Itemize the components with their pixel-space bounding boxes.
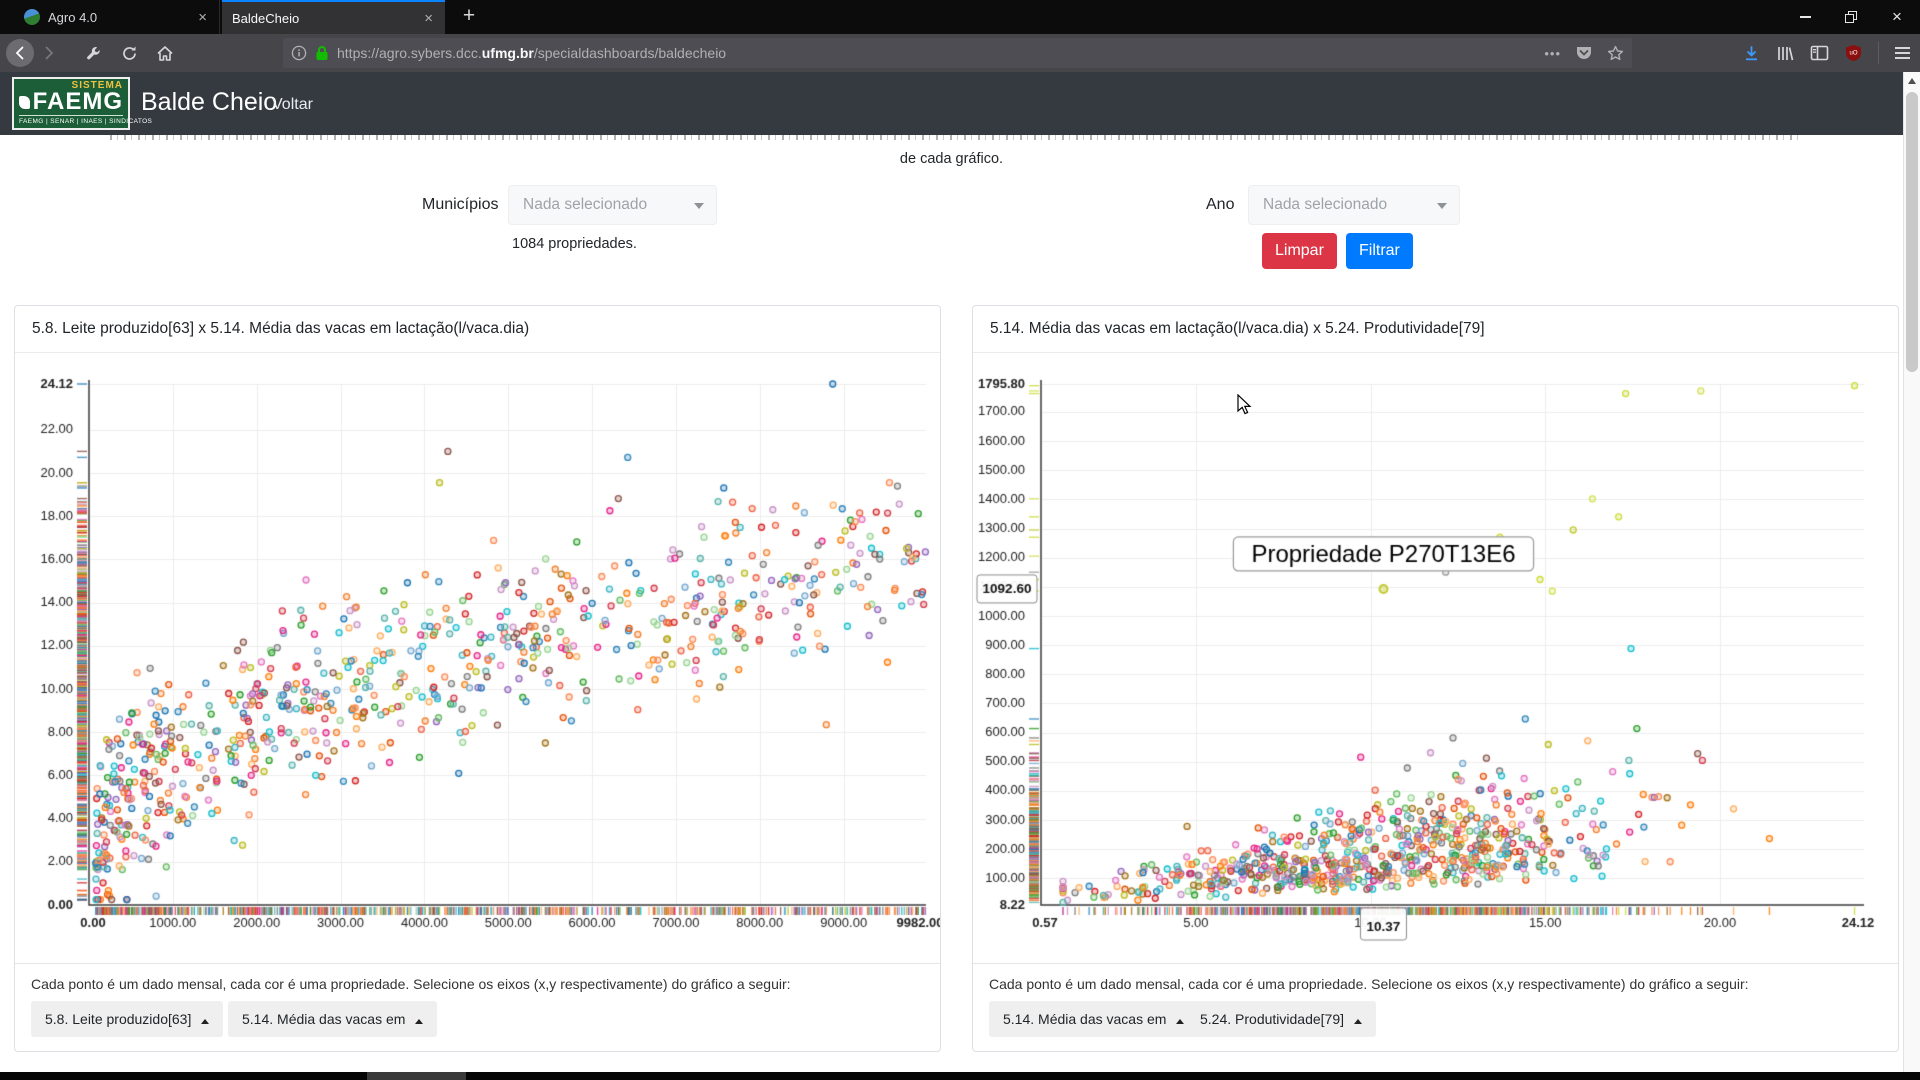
y-axis-select-left[interactable]: 5.14. Média das vacas em — [228, 1001, 437, 1037]
back-arrow-icon — [12, 45, 28, 61]
properties-count: 1084 propriedades. — [512, 236, 637, 252]
site-navbar: SISTEMA FAEMG FAEMG | SENAR | INAES | SI… — [0, 72, 1903, 135]
leaf-icon — [19, 96, 30, 109]
municipios-label: Municípios — [422, 196, 498, 214]
x-axis-select-right[interactable]: 5.14. Média das vacas em — [989, 1001, 1198, 1037]
municipios-value: Nada selecionado — [523, 196, 647, 214]
wrench-button[interactable] — [78, 38, 108, 68]
chevron-up-icon — [415, 1019, 423, 1024]
chart-card-right: 5.14. Média das vacas em lactação(l/vaca… — [972, 305, 1899, 1052]
new-tab-button[interactable]: + — [452, 0, 486, 34]
chart-footer-right: Cada ponto é um dado mensal, cada cor é … — [973, 963, 1898, 1052]
tab-close-icon[interactable]: × — [196, 9, 209, 26]
clipped-text-line — [110, 135, 1800, 140]
taskbar-segment — [367, 1072, 466, 1080]
toolbar-separator — [1878, 42, 1879, 64]
faemg-logo: SISTEMA FAEMG FAEMG | SENAR | INAES | SI… — [12, 77, 130, 130]
https-lock-icon[interactable] — [315, 45, 329, 61]
sidebar-icon[interactable] — [1810, 45, 1829, 61]
x-axis-select-left[interactable]: 5.8. Leite produzido[63] — [31, 1001, 223, 1037]
chevron-up-icon — [1176, 1019, 1184, 1024]
scroll-up-icon[interactable] — [1908, 78, 1916, 84]
restore-button[interactable] — [1828, 0, 1874, 34]
chart-note: Cada ponto é um dado mensal, cada cor é … — [989, 976, 1749, 992]
page-actions: ••• — [1544, 45, 1624, 61]
tab-baldecheio[interactable]: BaldeCheio × — [222, 0, 445, 34]
intro-line: de cada gráfico. — [0, 151, 1903, 167]
forward-arrow-icon — [41, 45, 57, 61]
chart-title-right: 5.14. Média das vacas em lactação(l/vaca… — [973, 306, 1898, 353]
chevron-down-icon — [1437, 203, 1447, 209]
logo-entities-text: FAEMG | SENAR | INAES | SINDICATOS — [19, 115, 123, 125]
library-icon[interactable] — [1776, 45, 1794, 62]
filtrar-button[interactable]: Filtrar — [1346, 233, 1413, 269]
chart-note: Cada ponto é um dado mensal, cada cor é … — [31, 976, 791, 992]
page-scrollbar[interactable] — [1903, 72, 1920, 1072]
minimize-button[interactable] — [1782, 0, 1828, 34]
site-info-icon[interactable] — [291, 45, 307, 61]
downloads-icon[interactable] — [1743, 45, 1760, 62]
chart-footer-left: Cada ponto é um dado mensal, cada cor é … — [15, 963, 940, 1052]
ublock-shield-icon[interactable]: uO — [1845, 44, 1862, 62]
bookmark-star-icon[interactable] — [1607, 45, 1624, 61]
chevron-up-icon — [201, 1019, 209, 1024]
url-bar[interactable]: https://agro.sybers.dcc.ufmg.br/speciald… — [283, 38, 1632, 68]
back-button[interactable] — [6, 39, 34, 67]
menu-icon[interactable] — [1895, 47, 1910, 59]
scatter-chart-left[interactable] — [15, 353, 940, 961]
home-icon — [156, 45, 174, 62]
page-actions-icon[interactable]: ••• — [1544, 46, 1561, 61]
browser-toolbar: https://agro.sybers.dcc.ufmg.br/speciald… — [0, 34, 1920, 72]
forward-button[interactable] — [34, 38, 64, 68]
chart-title-left: 5.8. Leite produzido[63] x 5.14. Média d… — [15, 306, 940, 353]
agro-favicon-icon — [24, 9, 40, 25]
wrench-icon — [85, 45, 102, 62]
site-brand[interactable]: Balde Cheio — [141, 88, 277, 117]
reload-button[interactable] — [114, 38, 144, 68]
tab-title: BaldeCheio — [232, 11, 416, 26]
tab-agro40[interactable]: Agro 4.0 × — [14, 0, 220, 34]
ano-value: Nada selecionado — [1263, 196, 1387, 214]
home-button[interactable] — [150, 38, 180, 68]
chevron-up-icon — [1354, 1019, 1362, 1024]
tab-bar: Agro 4.0 × BaldeCheio × + × — [0, 0, 1920, 34]
window-controls: × — [1782, 0, 1920, 34]
reload-icon — [121, 45, 138, 62]
bottom-taskbar — [0, 1072, 1920, 1080]
pocket-icon[interactable] — [1575, 45, 1593, 61]
tab-title: Agro 4.0 — [48, 10, 190, 25]
chevron-down-icon — [694, 203, 704, 209]
url-text: https://agro.sybers.dcc.ufmg.br/speciald… — [337, 45, 1536, 61]
svg-text:uO: uO — [1849, 51, 1857, 57]
municipios-select[interactable]: Nada selecionado — [508, 185, 717, 225]
limpar-button[interactable]: Limpar — [1262, 233, 1337, 269]
scrollbar-thumb[interactable] — [1906, 92, 1918, 372]
y-axis-select-right[interactable]: 5.24. Produtividade[79] — [1186, 1001, 1376, 1037]
voltar-link[interactable]: Voltar — [272, 96, 313, 114]
mouse-cursor — [1237, 394, 1255, 416]
close-button[interactable]: × — [1874, 0, 1920, 34]
ano-select[interactable]: Nada selecionado — [1248, 185, 1460, 225]
logo-faemg-text: FAEMG — [33, 91, 123, 113]
tab-close-icon[interactable]: × — [422, 10, 435, 27]
chart-card-left: 5.8. Leite produzido[63] x 5.14. Média d… — [14, 305, 941, 1052]
toolbar-right-icons: uO — [1743, 38, 1910, 68]
ano-label: Ano — [1206, 196, 1234, 214]
scatter-chart-right[interactable] — [973, 353, 1898, 961]
browser-window: Agro 4.0 × BaldeCheio × + × — [0, 0, 1920, 1080]
page-content: SISTEMA FAEMG FAEMG | SENAR | INAES | SI… — [0, 72, 1920, 1072]
